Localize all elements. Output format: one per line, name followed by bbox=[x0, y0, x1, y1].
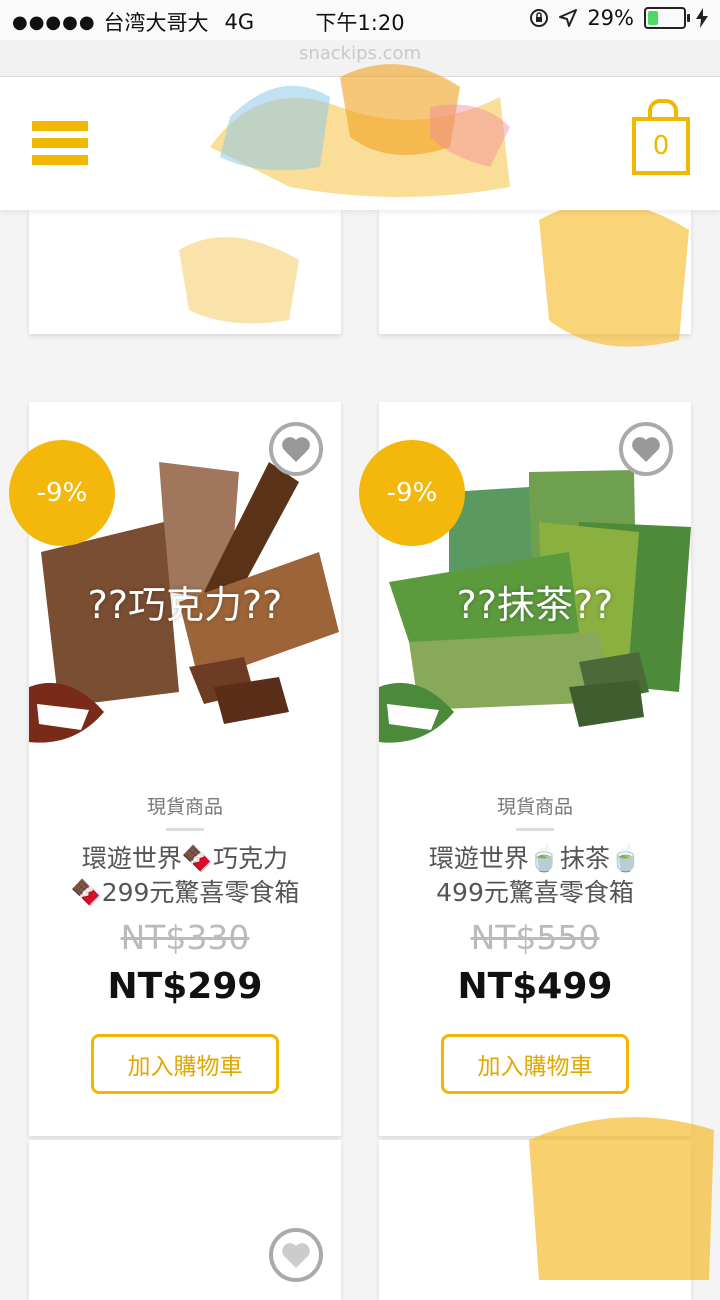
url-text: snackips.com bbox=[298, 43, 422, 64]
divider bbox=[516, 828, 554, 831]
status-bar: ●●●●● 台湾大哥大 4G 下午1:20 29% bbox=[0, 0, 720, 40]
product-card[interactable]: -9% ??抹茶?? 現貨商品 環遊世界🍵抹茶🍵 499元驚喜零食箱 NT$55… bbox=[359, 402, 691, 1136]
brush-art bbox=[179, 237, 299, 324]
product-image-text: ??抹茶?? bbox=[456, 583, 614, 627]
cart-button[interactable]: 0 bbox=[632, 99, 690, 175]
orientation-lock-icon bbox=[530, 9, 549, 27]
product-title[interactable]: 環遊世界🍫巧克力 🍫299元驚喜零食箱 bbox=[39, 842, 331, 910]
product-title-line: 環遊世界🍫巧克力 bbox=[81, 844, 289, 873]
product-image-text: ??巧克力?? bbox=[87, 583, 283, 627]
cart-count: 0 bbox=[632, 117, 690, 175]
hamburger-menu-icon[interactable] bbox=[32, 121, 88, 165]
discount-badge: -9% bbox=[9, 440, 115, 546]
discount-badge: -9% bbox=[359, 440, 465, 546]
product-card-partial[interactable] bbox=[379, 1117, 714, 1300]
charging-bolt-icon bbox=[696, 8, 708, 28]
product-card-partial[interactable] bbox=[379, 202, 691, 347]
product-card[interactable]: -9% ??巧克力?? 現貨商品 環遊世界🍫巧克力 🍫299元驚喜零食箱 NT$… bbox=[9, 402, 341, 1136]
heart-icon[interactable] bbox=[269, 422, 323, 476]
product-category: 現貨商品 bbox=[146, 796, 223, 818]
divider bbox=[166, 828, 204, 831]
url-bar[interactable]: snackips.com bbox=[0, 40, 720, 77]
add-to-cart-button[interactable]: 加入購物車 bbox=[441, 1034, 629, 1094]
battery-icon bbox=[644, 7, 690, 29]
original-price: NT$550 bbox=[470, 918, 600, 957]
product-title-line: 環遊世界🍵抹茶🍵 bbox=[428, 844, 642, 873]
product-category: 現貨商品 bbox=[496, 796, 573, 818]
location-arrow-icon bbox=[559, 9, 578, 27]
product-title-line: 499元驚喜零食箱 bbox=[436, 878, 634, 907]
sale-price: NT$299 bbox=[107, 966, 263, 1007]
sale-price: NT$499 bbox=[457, 966, 613, 1007]
site-header: 0 bbox=[0, 64, 720, 210]
add-to-cart-button[interactable]: 加入購物車 bbox=[91, 1034, 279, 1094]
brush-art bbox=[539, 202, 689, 347]
heart-icon[interactable] bbox=[269, 1228, 323, 1282]
product-card-partial[interactable] bbox=[29, 1140, 341, 1300]
status-right: 29% bbox=[529, 6, 708, 30]
product-title-line: 🍫299元驚喜零食箱 bbox=[70, 878, 300, 907]
heart-icon[interactable] bbox=[619, 422, 673, 476]
original-price: NT$330 bbox=[120, 918, 250, 957]
battery-percentage: 29% bbox=[587, 6, 634, 30]
battery-fill bbox=[648, 11, 658, 25]
product-card-partial[interactable] bbox=[29, 210, 341, 334]
product-title[interactable]: 環遊世界🍵抹茶🍵 499元驚喜零食箱 bbox=[389, 842, 681, 910]
